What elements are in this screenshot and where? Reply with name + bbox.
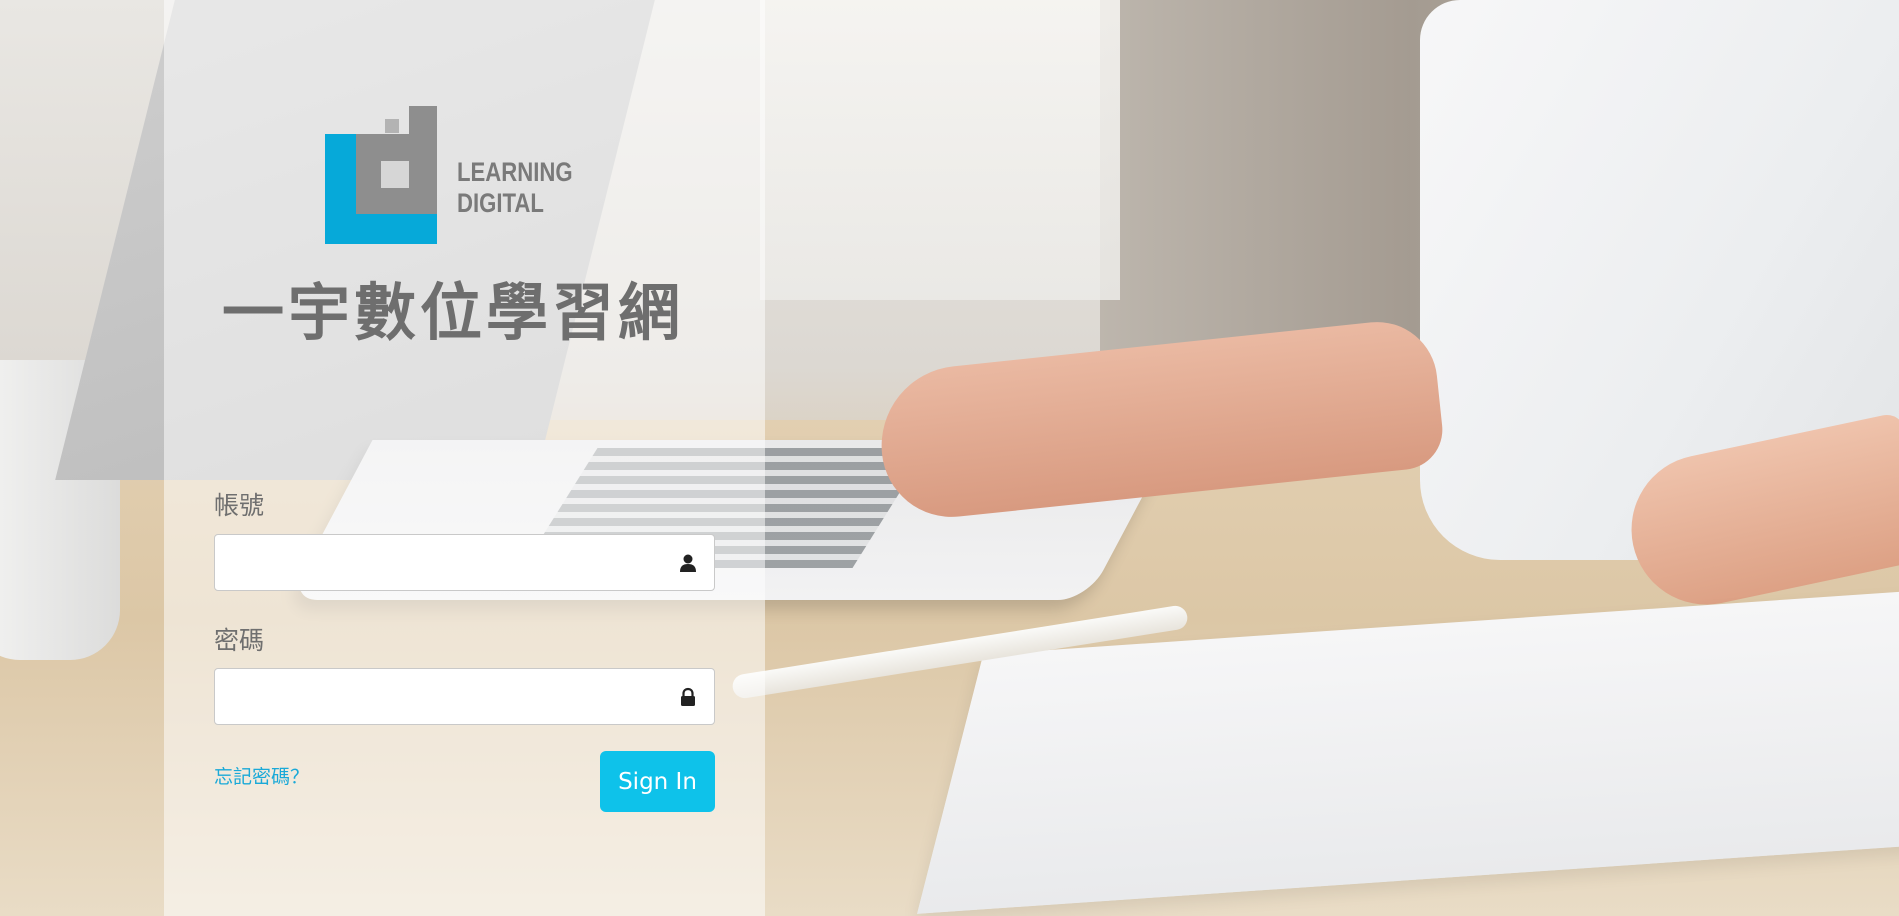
account-label: 帳號 [214, 491, 265, 520]
logo-line-1: LEARNING [457, 157, 573, 187]
user-icon [680, 554, 696, 572]
site-title: 一宇數位學習網 [222, 276, 685, 349]
sign-in-button[interactable]: Sign In [600, 751, 715, 812]
password-input[interactable] [215, 669, 683, 724]
logo-line-2: DIGITAL [457, 188, 544, 218]
forgot-password-link[interactable]: 忘記密碼？ [214, 762, 309, 789]
password-label: 密碼 [214, 626, 265, 655]
account-field-wrapper [214, 534, 715, 591]
logo-wordmark: LEARNING DIGITAL [457, 157, 573, 219]
password-field-wrapper [214, 668, 715, 725]
account-input[interactable] [215, 535, 683, 590]
lock-icon [681, 687, 695, 706]
